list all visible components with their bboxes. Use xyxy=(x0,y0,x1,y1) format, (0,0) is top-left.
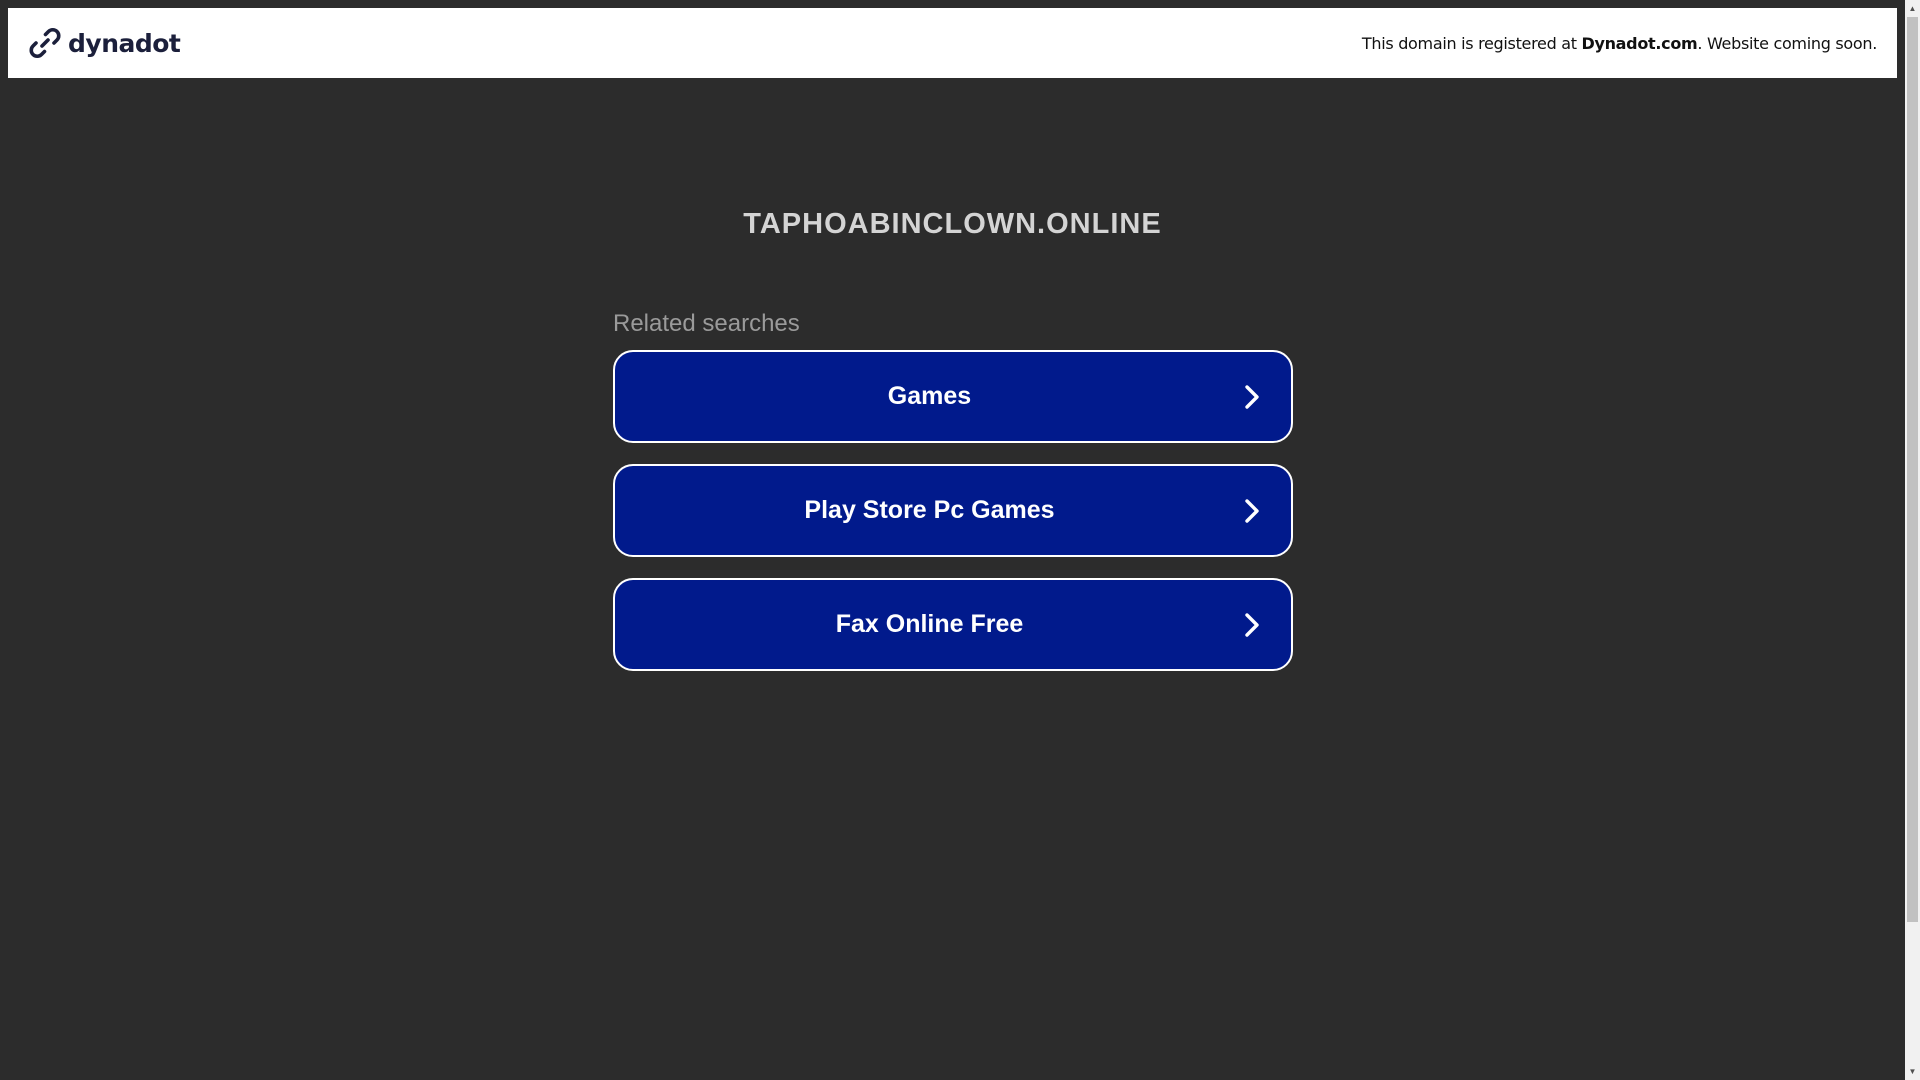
registration-notice: This domain is registered at Dynadot.com… xyxy=(1362,34,1877,53)
top-banner: dynadot This domain is registered at Dyn… xyxy=(8,8,1897,78)
related-search-label: Play Store Pc Games xyxy=(804,496,1055,524)
chevron-right-icon xyxy=(1245,498,1259,523)
vertical-scrollbar[interactable]: ▲ ▼ xyxy=(1905,0,1920,1080)
scroll-thumb[interactable] xyxy=(1907,17,1918,922)
chevron-right-icon xyxy=(1245,384,1259,409)
dynadot-link-icon xyxy=(29,28,61,58)
related-search-label: Games xyxy=(887,382,972,410)
related-search-fax-online-free[interactable]: Fax Online Free xyxy=(613,578,1293,671)
chevron-right-icon xyxy=(1245,612,1259,637)
scroll-up-arrow-icon[interactable]: ▲ xyxy=(1905,0,1920,17)
notice-prefix: This domain is registered at xyxy=(1361,33,1582,53)
dynadot-logo-link[interactable]: dynadot xyxy=(28,26,181,60)
related-search-label: Fax Online Free xyxy=(835,610,1024,638)
related-searches-heading: Related searches xyxy=(613,310,800,337)
related-searches: Related searches Games Play Store Pc Gam… xyxy=(613,296,1293,692)
logo-text: dynadot xyxy=(68,28,181,58)
domain-title: TAPHOABINCLOWN.ONLINE xyxy=(743,208,1162,240)
related-search-play-store-pc-games[interactable]: Play Store Pc Games xyxy=(613,464,1293,557)
page: dynadot This domain is registered at Dyn… xyxy=(0,0,1920,1080)
scroll-down-arrow-icon[interactable]: ▼ xyxy=(1905,1063,1920,1080)
notice-suffix: . Website coming soon. xyxy=(1697,33,1877,53)
notice-brand-link[interactable]: Dynadot.com xyxy=(1581,34,1697,53)
related-search-games[interactable]: Games xyxy=(613,350,1293,443)
